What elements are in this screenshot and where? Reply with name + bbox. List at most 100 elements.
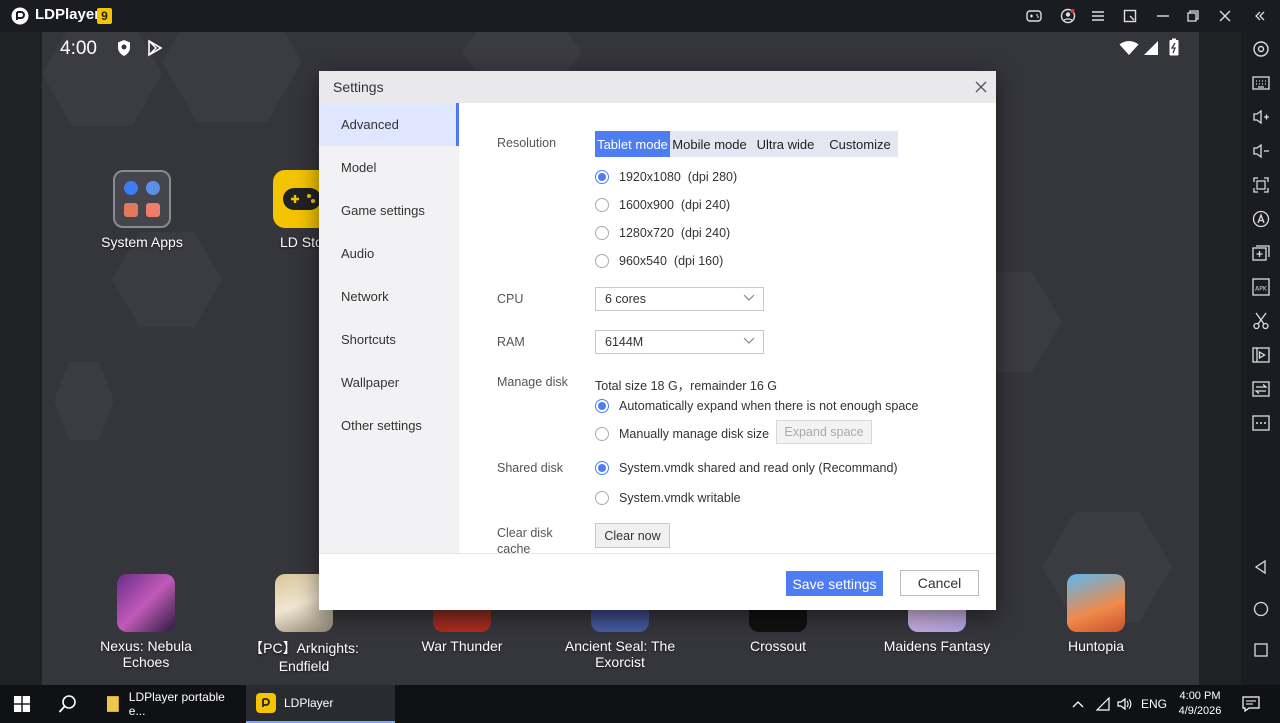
home-icon[interactable] bbox=[1250, 598, 1272, 620]
shared-readonly-option[interactable]: System.vmdk shared and read only (Recomm… bbox=[595, 461, 898, 475]
radio-button[interactable] bbox=[595, 198, 609, 212]
battery-icon bbox=[1169, 38, 1179, 56]
clear-now-button[interactable]: Clear now bbox=[595, 523, 670, 548]
tray-chevron-up-icon[interactable] bbox=[1072, 685, 1084, 723]
settings-content: Resolution Tablet mode Mobile mode Ultra… bbox=[459, 103, 996, 553]
radio-button[interactable] bbox=[595, 254, 609, 268]
recent-apps-icon[interactable] bbox=[1250, 639, 1272, 661]
ram-label: RAM bbox=[497, 335, 525, 349]
keyboard-icon[interactable] bbox=[1250, 72, 1272, 94]
option-label: 1600x900 (dpi 240) bbox=[619, 198, 731, 212]
shared-writable-option[interactable]: System.vmdk writable bbox=[595, 491, 741, 505]
volume-up-icon[interactable] bbox=[1250, 106, 1272, 128]
volume-down-icon[interactable] bbox=[1250, 140, 1272, 162]
clock-time: 4:00 PM bbox=[1179, 690, 1221, 702]
nav-game-settings[interactable]: Game settings bbox=[319, 189, 459, 232]
speaker-icon[interactable] bbox=[1117, 685, 1133, 723]
more-options-icon[interactable] bbox=[1250, 412, 1272, 434]
radio-button[interactable] bbox=[595, 461, 609, 475]
chevron-down-icon bbox=[743, 337, 755, 344]
resolution-option-1600[interactable]: 1600x900 (dpi 240) bbox=[595, 198, 730, 212]
right-gutter bbox=[1199, 32, 1241, 685]
expand-space-button[interactable]: Expand space bbox=[776, 420, 872, 444]
nav-network[interactable]: Network bbox=[319, 275, 459, 318]
mode-tablet[interactable]: Tablet mode bbox=[595, 131, 670, 157]
disk-info: Total size 18 G，remainder 16 G bbox=[595, 379, 778, 393]
nav-advanced[interactable]: Advanced bbox=[319, 103, 459, 146]
multi-window-icon[interactable] bbox=[1120, 6, 1140, 26]
mode-customize[interactable]: Customize bbox=[822, 131, 898, 157]
resolution-mode-tabs: Tablet mode Mobile mode Ultra wide Custo… bbox=[595, 131, 898, 157]
minimize-icon[interactable] bbox=[1153, 6, 1173, 26]
dialog-title: Settings bbox=[333, 79, 384, 95]
search-icon[interactable] bbox=[58, 685, 80, 723]
left-gutter bbox=[0, 32, 42, 685]
language-indicator[interactable]: ENG bbox=[1141, 685, 1167, 723]
fullscreen-icon[interactable] bbox=[1250, 174, 1272, 196]
manual-disk-option[interactable]: Manually manage disk size bbox=[595, 427, 769, 441]
sync-icon[interactable] bbox=[1250, 378, 1272, 400]
resolution-label: Resolution bbox=[497, 136, 557, 150]
mode-ultra-wide[interactable]: Ultra wide bbox=[749, 131, 822, 157]
nav-other-settings[interactable]: Other settings bbox=[319, 404, 459, 447]
auto-click-icon[interactable] bbox=[1250, 208, 1272, 230]
resolution-option-1920[interactable]: 1920x1080 (dpi 280) bbox=[595, 170, 737, 184]
ram-select[interactable]: 6144M bbox=[595, 330, 764, 354]
option-label: Manually manage disk size bbox=[619, 427, 770, 441]
resolution-option-960[interactable]: 960x540 (dpi 160) bbox=[595, 254, 723, 268]
nav-audio[interactable]: Audio bbox=[319, 232, 459, 275]
shared-disk-label: Shared disk bbox=[497, 461, 564, 475]
account-icon[interactable] bbox=[1058, 6, 1078, 26]
taskbar-item-ldplayer[interactable]: LDPlayer bbox=[246, 685, 395, 723]
clock-date: 4/9/2026 bbox=[1178, 705, 1222, 717]
network-icon[interactable] bbox=[1096, 685, 1112, 723]
taskbar-item-portable[interactable]: LDPlayer portable e... bbox=[98, 685, 243, 723]
title-bar: LDPlayer 9 bbox=[0, 0, 1280, 32]
shield-icon bbox=[118, 40, 130, 56]
collapse-sidebar-icon[interactable] bbox=[1250, 6, 1270, 26]
dialog-footer: Save settings Cancel bbox=[319, 553, 996, 610]
manage-disk-label: Manage disk bbox=[497, 375, 568, 389]
right-toolbar: APK bbox=[1241, 32, 1280, 685]
resolution-option-1280[interactable]: 1280x720 (dpi 240) bbox=[595, 226, 730, 240]
taskbar-item-label: LDPlayer bbox=[284, 696, 334, 710]
taskbar-clock[interactable]: 4:00 PM 4/9/2026 bbox=[1172, 685, 1228, 723]
restore-icon[interactable] bbox=[1183, 6, 1203, 26]
settings-gear-icon[interactable] bbox=[1250, 38, 1272, 60]
back-icon[interactable] bbox=[1250, 556, 1272, 578]
radio-button[interactable] bbox=[595, 170, 609, 184]
auto-expand-option[interactable]: Automatically expand when there is not e… bbox=[595, 399, 919, 413]
mode-mobile[interactable]: Mobile mode bbox=[670, 131, 749, 157]
dock-app-huntopia[interactable]: Huntopia bbox=[1036, 574, 1156, 654]
nav-model[interactable]: Model bbox=[319, 146, 459, 189]
menu-icon[interactable] bbox=[1088, 6, 1108, 26]
gamepad-icon[interactable] bbox=[1024, 6, 1044, 26]
cancel-button[interactable]: Cancel bbox=[900, 570, 979, 596]
radio-button[interactable] bbox=[595, 226, 609, 240]
apk-install-icon[interactable]: APK bbox=[1250, 276, 1272, 298]
app-title: LDPlayer bbox=[35, 6, 101, 23]
radio-button[interactable] bbox=[595, 399, 609, 413]
huntopia-game-icon bbox=[1067, 574, 1125, 632]
nav-shortcuts[interactable]: Shortcuts bbox=[319, 318, 459, 361]
save-settings-button[interactable]: Save settings bbox=[786, 571, 883, 596]
dock-app-label: Huntopia bbox=[1067, 638, 1125, 654]
notifications-icon[interactable] bbox=[1242, 685, 1260, 723]
nav-wallpaper[interactable]: Wallpaper bbox=[319, 361, 459, 404]
system-apps-folder[interactable]: System Apps bbox=[82, 170, 202, 250]
dialog-close-icon[interactable] bbox=[972, 78, 990, 96]
clear-disk-cache-label: Clear disk cache bbox=[497, 525, 553, 553]
scissors-icon[interactable] bbox=[1250, 310, 1272, 332]
ldplayer-logo-icon bbox=[11, 7, 29, 25]
windows-start-icon[interactable] bbox=[14, 685, 32, 723]
radio-button[interactable] bbox=[595, 491, 609, 505]
cpu-select[interactable]: 6 cores bbox=[595, 287, 764, 311]
close-icon[interactable] bbox=[1215, 6, 1235, 26]
dock-app-label: 【PC】Arknights: Endfield bbox=[249, 640, 359, 674]
dock-app-label: Nexus: Nebula Echoes bbox=[100, 638, 192, 670]
radio-button[interactable] bbox=[595, 427, 609, 441]
add-window-icon[interactable] bbox=[1250, 242, 1272, 264]
version-badge: 9 bbox=[97, 8, 112, 24]
dock-app-nexus[interactable]: Nexus: Nebula Echoes bbox=[86, 574, 206, 670]
record-video-icon[interactable] bbox=[1250, 344, 1272, 366]
